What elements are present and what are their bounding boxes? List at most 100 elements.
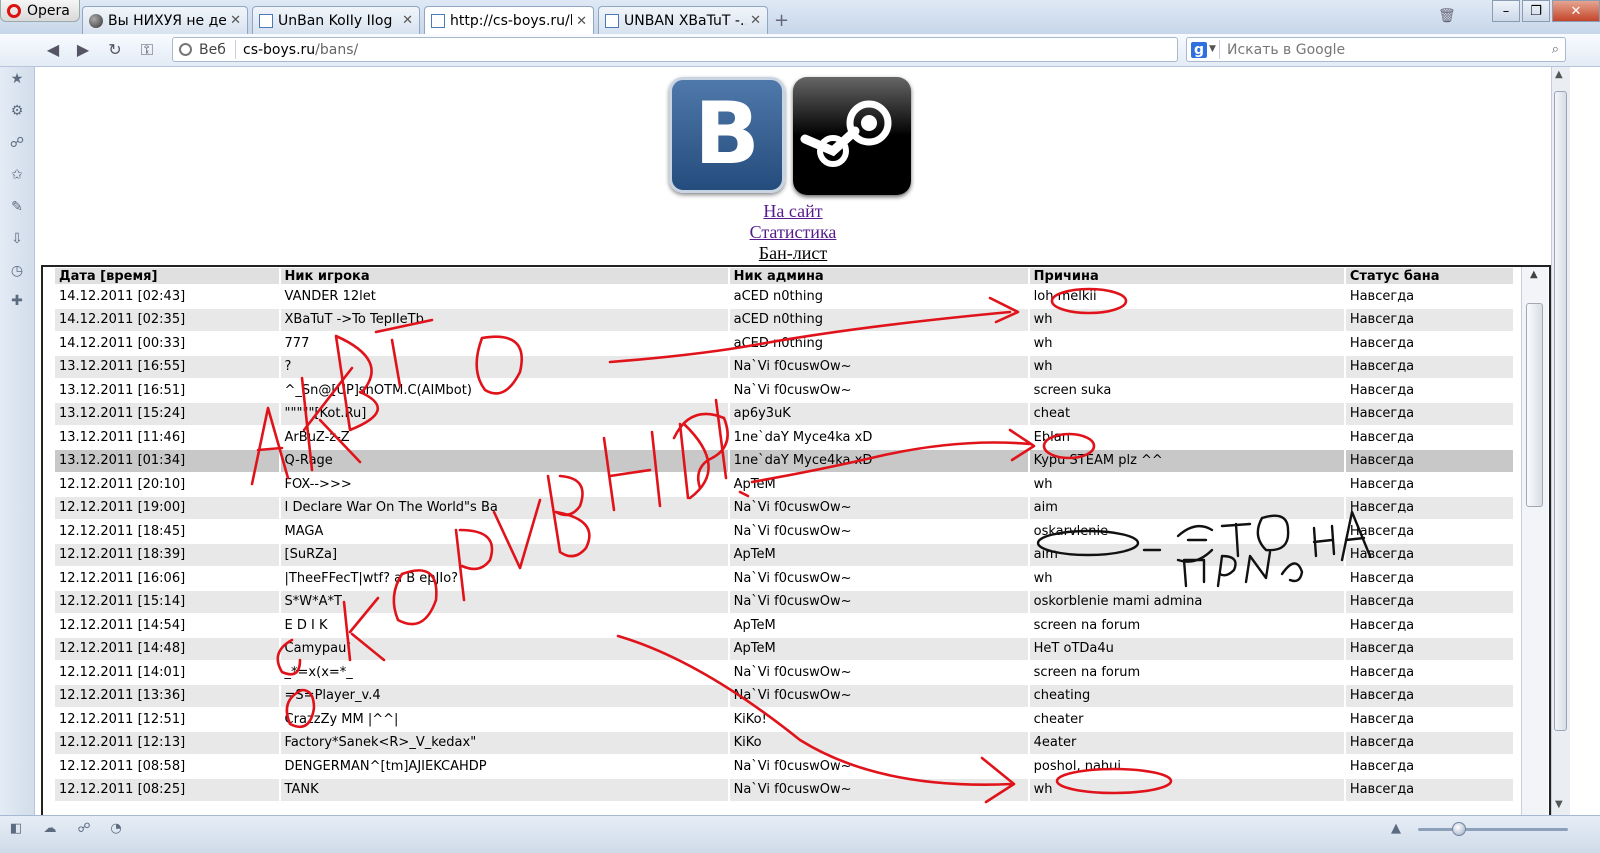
table-row[interactable]: 12.12.2011 [13:36] =S=Player_v.4 Na`Vi f0c… (55, 684, 1513, 707)
add-panel-icon[interactable]: ✚ (8, 293, 26, 311)
table-scroll-thumb[interactable] (1526, 303, 1543, 507)
scroll-up-icon[interactable]: ▲ (1530, 269, 1538, 280)
close-tab-icon[interactable]: ✕ (230, 13, 241, 28)
table-row[interactable]: 12.12.2011 [08:58] DENGERMAN^[tm]AJIEKCAH… (55, 755, 1513, 778)
opera-link-cloud-icon[interactable]: ☁ (40, 821, 60, 837)
nav-link-stats[interactable]: Статистика (750, 222, 837, 242)
close-tab-icon[interactable]: ✕ (402, 13, 413, 28)
table-row[interactable]: 13.12.2011 [16:51] ^_Sn@[UP]shOTM.C(AIMbo… (55, 379, 1513, 402)
gear-icon[interactable]: ⚙ (8, 103, 26, 121)
reload-icon[interactable]: ↻ (104, 40, 126, 60)
zoom-slider-handle[interactable] (1452, 822, 1466, 836)
panel-toggle-icon[interactable]: ◧ (6, 821, 26, 837)
table-row[interactable]: 14.12.2011 [02:35] XBaTuT ->To TepIIeTb aC… (55, 308, 1513, 331)
cell-admin: KiKo (729, 731, 1028, 754)
bookmarks-star-icon[interactable]: ★ (8, 71, 26, 89)
nav-link-banlist[interactable]: Бан-лист (759, 243, 827, 263)
chevron-down-icon[interactable]: ▼ (1209, 44, 1216, 54)
cell-reason: oskarvlenie (1029, 520, 1344, 543)
table-row[interactable]: 12.12.2011 [12:51] CrazzZy MM |^^| KiKo! ch… (55, 708, 1513, 731)
search-box[interactable]: g ▼ Искать в Google ⌕ (1186, 37, 1566, 62)
table-row[interactable]: 13.12.2011 [11:46] ArBuZ-z-Z 1ne`daY Myce4… (55, 426, 1513, 449)
cell-player: ArBuZ-z-Z (280, 426, 728, 449)
cell-player: [SuRZa] (280, 543, 728, 566)
address-url[interactable]: cs-boys.ru/bans/ (243, 42, 358, 58)
column-header-admin[interactable]: Ник админа (729, 268, 1028, 284)
table-row[interactable]: 13.12.2011 [16:55]? Na`Vi f0cuswOw~ wh Навс… (55, 355, 1513, 378)
column-header-reason[interactable]: Причина (1029, 268, 1344, 284)
table-row[interactable]: 12.12.2011 [16:06] |TheeFFecT|wtf? a B ep… (55, 567, 1513, 590)
tab-4[interactable]: UNBAN XBaTuT -... ✕ (598, 6, 768, 34)
turbo-icon[interactable]: ◔ (106, 821, 126, 837)
history-clock-icon[interactable]: ◷ (8, 263, 26, 281)
cell-admin: KiKo! (729, 708, 1028, 731)
cell-date: 12.12.2011 [08:58] (55, 755, 279, 778)
column-header-date[interactable]: Дата [время] (55, 268, 279, 284)
cell-date: 12.12.2011 [14:54] (55, 614, 279, 637)
cell-admin: Na`Vi f0cuswOw~ (729, 520, 1028, 543)
tab-2[interactable]: UnBan KoIIy IIog ...... ✕ (252, 6, 420, 34)
table-row[interactable]: 14.12.2011 [02:43] VANDER 12let aCED n0thi… (55, 285, 1513, 308)
table-row[interactable]: 12.12.2011 [08:25] TANK Na`Vi f0cuswOw~ wh Н… (55, 778, 1513, 801)
cell-date: 12.12.2011 [13:36] (55, 684, 279, 707)
cell-player: DENGERMAN^[tm]AJIEKCAHDP (280, 755, 728, 778)
new-tab-icon[interactable]: + (774, 10, 789, 31)
view-up-icon[interactable]: ▲ (1386, 821, 1406, 837)
opera-menu-button[interactable]: Opera (0, 0, 80, 22)
forward-icon[interactable]: ▶ (72, 40, 94, 60)
cell-date: 14.12.2011 [02:35] (55, 308, 279, 331)
back-icon[interactable]: ◀ (42, 40, 64, 60)
tab-title: http://cs-boys.ru/b... (450, 13, 572, 29)
trash-icon[interactable]: 🗑 (1438, 8, 1456, 24)
nav-link-site[interactable]: На сайт (763, 201, 822, 221)
table-row[interactable]: 14.12.2011 [00:33] 777 aCED n0thing wh Навсе… (55, 332, 1513, 355)
scroll-up-icon[interactable]: ▲ (1555, 69, 1563, 80)
page-scroll-thumb[interactable] (1554, 91, 1567, 731)
unite-icon[interactable]: ☍ (8, 135, 26, 153)
table-row[interactable]: 13.12.2011 [01:34] Q-Rage 1ne`daY Myce4ka … (55, 449, 1513, 472)
restore-icon[interactable]: ❐ (1522, 0, 1550, 22)
table-row[interactable]: 12.12.2011 [14:48] Camypau` ApTeM HeT oTDa4… (55, 637, 1513, 660)
wand-key-icon[interactable]: ⚿ (136, 40, 158, 60)
search-input[interactable]: Искать в Google (1227, 42, 1345, 58)
close-tab-icon[interactable]: ✕ (576, 14, 587, 29)
table-row[interactable]: 12.12.2011 [18:39] [SuRZa] ApTeM aim Навсегд… (55, 543, 1513, 566)
table-row[interactable]: 13.12.2011 [15:24] """""[Kot.Ru] ap6y3uK ch… (55, 402, 1513, 425)
widgets-icon[interactable]: ✩ (8, 167, 26, 185)
steam-logo[interactable] (793, 77, 911, 195)
url-path: /bans/ (315, 42, 359, 58)
zoom-slider[interactable] (1418, 828, 1568, 831)
vk-logo[interactable]: B (669, 77, 785, 193)
cell-date: 12.12.2011 [12:51] (55, 708, 279, 731)
table-row[interactable]: 12.12.2011 [14:54] E D I K ApTeM screen na … (55, 614, 1513, 637)
downloads-icon[interactable]: ⇩ (8, 231, 26, 249)
table-row[interactable]: 12.12.2011 [19:00] I Declare War On The W… (55, 496, 1513, 519)
table-row[interactable]: 12.12.2011 [18:45] MAGA Na`Vi f0cuswOw~ osk… (55, 520, 1513, 543)
scroll-down-icon[interactable]: ▼ (1555, 799, 1563, 810)
cell-date: 14.12.2011 [00:33] (55, 332, 279, 355)
table-scrollbar[interactable]: ▲ (1521, 267, 1548, 815)
unite-status-icon[interactable]: ☍ (74, 821, 94, 837)
google-icon[interactable]: g (1191, 42, 1207, 58)
address-bar[interactable]: Веб cs-boys.ru/bans/ (172, 37, 1178, 62)
close-window-icon[interactable]: ✕ (1552, 0, 1600, 22)
search-icon[interactable]: ⌕ (1552, 42, 1559, 57)
close-tab-icon[interactable]: ✕ (750, 13, 761, 28)
cell-admin: aCED n0thing (729, 308, 1028, 331)
column-header-status[interactable]: Статус бана (1345, 268, 1513, 284)
notes-icon[interactable]: ✎ (8, 199, 26, 217)
table-row[interactable]: 12.12.2011 [14:01] _*=x(x=*_ Na`Vi f0cuswO… (55, 661, 1513, 684)
cell-date: 12.12.2011 [20:10] (55, 473, 279, 496)
tab-1[interactable]: Вы НИХУЯ не дел... ✕ (82, 6, 248, 34)
page-scrollbar[interactable]: ▲ ▼ (1551, 67, 1570, 815)
table-row[interactable]: 12.12.2011 [15:14] S*W*A*T Na`Vi f0cuswOw~… (55, 590, 1513, 613)
table-row[interactable]: 12.12.2011 [20:10] FOX-->>> ApTeM wh Навсегд… (55, 473, 1513, 496)
minimize-icon[interactable]: – (1492, 0, 1520, 22)
search-separator (1219, 40, 1220, 59)
cell-player: FOX-->>> (280, 473, 728, 496)
tab-3-active[interactable]: http://cs-boys.ru/b... ✕ (424, 6, 594, 35)
cell-date: 13.12.2011 [01:34] (55, 449, 279, 472)
column-header-player[interactable]: Ник игрока (280, 268, 728, 284)
table-row[interactable]: 12.12.2011 [12:13] Factory*Sanek<R>_V_ked… (55, 731, 1513, 754)
navigation-toolbar: ◀ ▶ ↻ ⚿ Веб cs-boys.ru/bans/ g ▼ Искать … (0, 34, 1600, 67)
